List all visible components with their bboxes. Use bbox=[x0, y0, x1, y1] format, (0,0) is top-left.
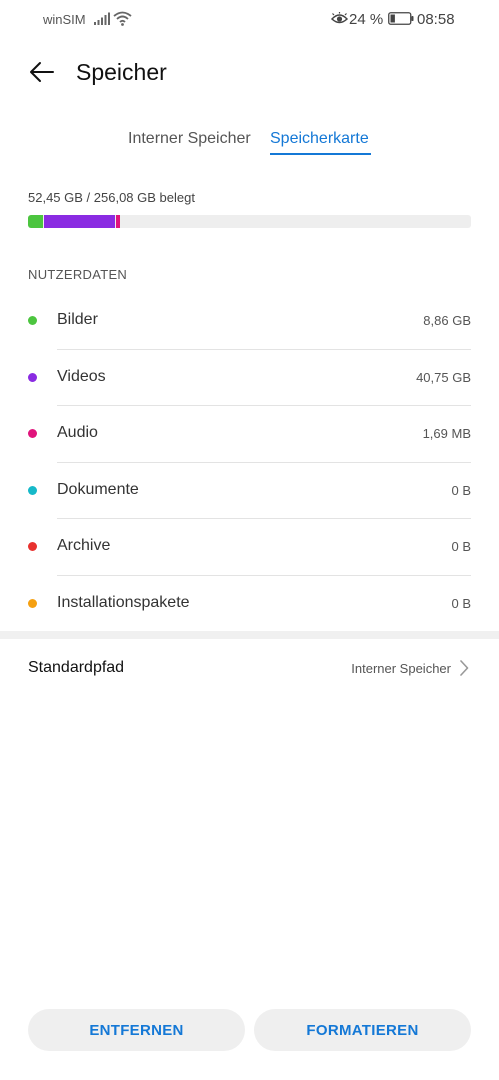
category-row[interactable]: Videos 40,75 GB bbox=[0, 350, 499, 406]
storage-usage-text: 52,45 GB / 256,08 GB belegt bbox=[28, 190, 195, 205]
category-size: 8,86 GB bbox=[423, 313, 471, 328]
chevron-right-icon bbox=[459, 660, 469, 681]
category-color-dot bbox=[28, 429, 37, 438]
storage-usage-bar bbox=[28, 215, 471, 228]
category-color-dot bbox=[28, 316, 37, 325]
category-color-dot bbox=[28, 542, 37, 551]
tab-internal-storage[interactable]: Interner Speicher bbox=[128, 130, 251, 148]
app-bar: Speicher bbox=[0, 50, 499, 96]
usage-segment bbox=[44, 215, 115, 228]
section-divider bbox=[0, 631, 499, 639]
category-color-dot bbox=[28, 485, 37, 495]
tab-active-indicator bbox=[270, 153, 371, 155]
category-list: Bilder 8,86 GB Videos 40,75 GB Audio 1,69 MB D… bbox=[0, 293, 499, 632]
category-row[interactable]: Archive 0 B bbox=[0, 519, 499, 576]
category-name: Bilder bbox=[57, 311, 98, 328]
section-header-user-data: NUTZERDATEN bbox=[28, 267, 128, 282]
status-bar: winSIM 24 % 08:58 bbox=[0, 0, 499, 38]
category-name: Audio bbox=[57, 424, 98, 441]
battery-icon bbox=[388, 12, 414, 30]
category-row[interactable]: Installationspakete 0 B bbox=[0, 576, 499, 633]
wifi-icon bbox=[113, 11, 132, 31]
category-color-dot bbox=[28, 598, 37, 608]
clock: 08:58 bbox=[417, 11, 455, 28]
category-name: Installationspakete bbox=[57, 593, 190, 611]
page-title: Speicher bbox=[76, 59, 167, 85]
category-name: Archive bbox=[57, 537, 111, 554]
category-name: Dokumente bbox=[57, 480, 139, 498]
format-button[interactable]: FORMATIEREN bbox=[254, 1009, 471, 1051]
usage-segment bbox=[28, 215, 44, 228]
default-path-row[interactable]: Standardpfad Interner Speicher bbox=[0, 640, 499, 696]
category-size: 1,69 MB bbox=[422, 426, 471, 441]
category-row[interactable]: Audio 1,69 MB bbox=[0, 406, 499, 463]
eye-comfort-icon bbox=[330, 12, 349, 30]
carrier-name: winSIM bbox=[43, 12, 86, 27]
category-row[interactable]: Dokumente 0 B bbox=[0, 463, 499, 519]
default-path-label: Standardpfad bbox=[28, 659, 125, 676]
category-color-dot bbox=[28, 372, 37, 382]
signal-icon bbox=[94, 12, 110, 30]
category-size: 0 B bbox=[451, 482, 471, 498]
usage-segment bbox=[115, 215, 120, 228]
back-arrow-icon[interactable] bbox=[28, 58, 56, 86]
default-path-value: Interner Speicher bbox=[351, 661, 451, 676]
category-name: Videos bbox=[57, 367, 106, 385]
battery-percentage: 24 % bbox=[349, 11, 384, 28]
remove-button[interactable]: ENTFERNEN bbox=[28, 1009, 245, 1051]
tab-memory-card[interactable]: Speicherkarte bbox=[270, 130, 369, 148]
storage-tabs: Interner Speicher Speicherkarte bbox=[0, 126, 499, 160]
category-row[interactable]: Bilder 8,86 GB bbox=[0, 293, 499, 350]
category-size: 0 B bbox=[451, 595, 471, 611]
category-size: 40,75 GB bbox=[416, 369, 471, 385]
category-size: 0 B bbox=[451, 539, 471, 554]
